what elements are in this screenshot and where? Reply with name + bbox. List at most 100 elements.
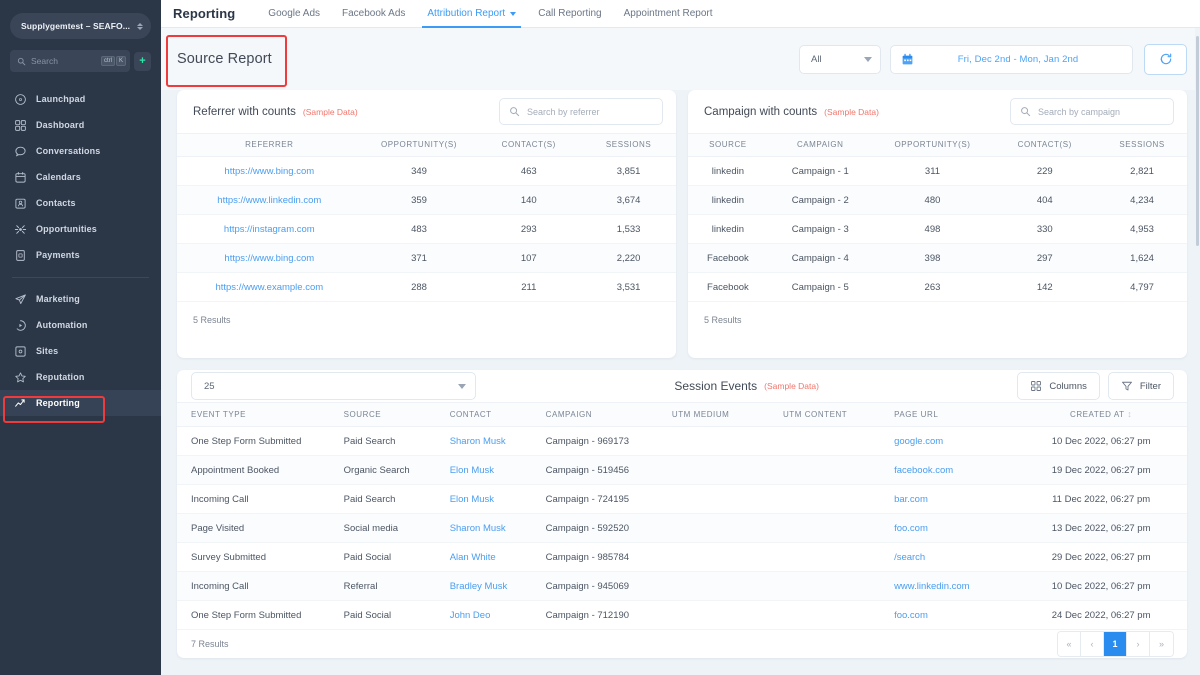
column-header-opportunities[interactable]: OPPORTUNITY(S) — [361, 133, 477, 157]
table-row: https://www.bing.com 371 107 2,220 — [177, 243, 676, 273]
column-header-opportunities[interactable]: OPPORTUNITY(S) — [872, 133, 993, 157]
sort-indicator-icon[interactable]: ↕ — [1127, 410, 1132, 419]
page-scrollbar[interactable] — [1195, 28, 1200, 675]
pagination-prev[interactable]: ‹ — [1081, 632, 1104, 657]
referrer-search-input[interactable]: Search by referrer — [499, 98, 663, 125]
cell-utm-medium — [671, 426, 783, 457]
search-input[interactable]: Search ctrl K — [10, 50, 130, 72]
plus-icon: + — [139, 54, 146, 67]
column-header-campaign[interactable]: CAMPAIGN — [545, 402, 672, 428]
column-header-contacts[interactable]: CONTACT(S) — [992, 133, 1098, 157]
column-header-referrer[interactable]: REFERRER — [177, 133, 362, 157]
cell-source: linkedin — [688, 214, 768, 244]
page-url-link[interactable]: foo.com — [894, 610, 928, 621]
referrer-link[interactable]: https://www.linkedin.com — [217, 195, 321, 206]
cell-campaign: Campaign - 985784 — [545, 542, 672, 573]
page-url-link[interactable]: foo.com — [894, 523, 928, 534]
referrer-link[interactable]: https://www.bing.com — [224, 253, 314, 264]
page-url-link[interactable]: google.com — [894, 436, 943, 447]
columns-button[interactable]: Columns — [1017, 372, 1100, 401]
column-header-utm-content[interactable]: UTM CONTENT — [782, 402, 895, 428]
pagination-last[interactable]: » — [1150, 632, 1173, 657]
referrer-link[interactable]: https://www.example.com — [215, 282, 323, 293]
campaign-search-input[interactable]: Search by campaign — [1010, 98, 1174, 125]
sidebar-item-contacts[interactable]: Contacts — [0, 190, 161, 216]
date-range-picker[interactable]: Fri, Dec 2nd - Mon, Jan 2nd — [890, 44, 1133, 74]
sidebar-item-conversations[interactable]: Conversations — [0, 138, 161, 164]
column-header-source[interactable]: SOURCE — [688, 133, 768, 157]
sidebar-item-launchpad[interactable]: Launchpad — [0, 86, 161, 112]
cell-contacts: 293 — [476, 214, 582, 244]
scrollbar-thumb[interactable] — [1196, 36, 1199, 246]
cell-sessions: 1,533 — [581, 214, 676, 244]
card-header: Referrer with counts (Sample Data) Searc… — [177, 90, 676, 133]
columns-icon — [1031, 381, 1042, 391]
sidebar-item-reporting[interactable]: Reporting — [0, 390, 161, 416]
column-header-sessions[interactable]: SESSIONS — [1097, 133, 1187, 157]
referrer-link[interactable]: https://instagram.com — [224, 224, 315, 235]
contact-link[interactable]: Bradley Musk — [450, 581, 508, 592]
sidebar-item-label: Payments — [36, 250, 80, 260]
sidebar-item-opportunities[interactable]: Opportunities — [0, 216, 161, 242]
table-row: Incoming Call Referral Bradley Musk Camp… — [177, 571, 1187, 602]
cell-utm-content — [782, 513, 895, 544]
cell-event-type: One Step Form Submitted — [177, 600, 344, 631]
select-value: All — [811, 53, 822, 65]
sidebar-item-label: Contacts — [36, 198, 76, 208]
contact-link[interactable]: Sharon Musk — [450, 523, 506, 534]
pagination-next[interactable]: › — [1127, 632, 1150, 657]
column-header-sessions[interactable]: SESSIONS — [581, 133, 676, 157]
column-header-created-at[interactable]: CREATED AT ↕ — [1015, 402, 1187, 428]
column-header-utm-medium[interactable]: UTM MEDIUM — [671, 402, 783, 428]
column-header-event-type[interactable]: EVENT TYPE — [177, 402, 344, 428]
column-header-page-url[interactable]: PAGE URL — [894, 402, 1016, 428]
sidebar-item-reputation[interactable]: Reputation — [0, 364, 161, 390]
session-events-table: EVENT TYPE SOURCE CONTACT CAMPAIGN UTM M… — [177, 402, 1187, 631]
sidebar-item-sites[interactable]: Sites — [0, 338, 161, 364]
attribution-filter-select[interactable]: All — [799, 44, 881, 74]
sidebar-item-dashboard[interactable]: Dashboard — [0, 112, 161, 138]
sidebar-item-label: Marketing — [36, 294, 80, 304]
sidebar-item-automation[interactable]: Automation — [0, 312, 161, 338]
add-new-button[interactable]: + — [134, 51, 151, 71]
sidebar-item-payments[interactable]: Payments — [0, 242, 161, 268]
column-header-contacts[interactable]: CONTACT(S) — [476, 133, 582, 157]
pagination-first[interactable]: « — [1058, 632, 1081, 657]
grid-icon — [15, 119, 26, 131]
refresh-button[interactable] — [1144, 43, 1187, 75]
cell-sessions: 4,234 — [1097, 185, 1187, 215]
pagination-page-1[interactable]: 1 — [1104, 632, 1127, 657]
cell-event-type: Appointment Booked — [177, 455, 344, 486]
contact-link[interactable]: Elon Musk — [450, 465, 494, 476]
page-url-link[interactable]: /search — [894, 552, 925, 563]
cell-campaign: Campaign - 3 — [767, 214, 873, 244]
app-section-title: Reporting — [173, 6, 236, 21]
play-circle-icon — [16, 319, 26, 331]
page-url-link[interactable]: bar.com — [894, 494, 928, 505]
contact-link[interactable]: Alan White — [450, 552, 496, 563]
sidebar-item-marketing[interactable]: Marketing — [0, 286, 161, 312]
contact-link[interactable]: Sharon Musk — [450, 436, 506, 447]
column-header-campaign[interactable]: CAMPAIGN — [767, 133, 873, 157]
session-events-title-wrap: Session Events (Sample Data) — [476, 379, 1017, 393]
org-switcher[interactable]: Supplygemtest – SEAFO... — [10, 13, 151, 39]
contact-link[interactable]: John Deo — [450, 610, 491, 621]
column-header-contact[interactable]: CONTACT — [449, 402, 546, 428]
contact-link[interactable]: Elon Musk — [450, 494, 494, 505]
tab-label: Appointment Report — [623, 8, 713, 19]
cell-event-type: Page Visited — [177, 513, 344, 544]
column-header-source[interactable]: SOURCE — [343, 402, 450, 428]
tab-google-ads[interactable]: Google Ads — [257, 0, 331, 28]
cell-contacts: 107 — [476, 243, 582, 273]
page-url-link[interactable]: www.linkedin.com — [894, 581, 970, 592]
sidebar-item-calendars[interactable]: Calendars — [0, 164, 161, 190]
tab-attribution-report[interactable]: Attribution Report — [416, 0, 527, 28]
tab-call-reporting[interactable]: Call Reporting — [527, 0, 612, 28]
tab-facebook-ads[interactable]: Facebook Ads — [331, 0, 416, 28]
page-size-select[interactable]: 25 — [191, 372, 476, 401]
page-url-link[interactable]: facebook.com — [894, 465, 953, 476]
sidebar-nav-primary: Launchpad Dashboard Conversations Calend… — [0, 86, 161, 268]
filter-button[interactable]: Filter — [1107, 372, 1174, 401]
tab-appointment-report[interactable]: Appointment Report — [613, 0, 724, 28]
referrer-link[interactable]: https://www.bing.com — [224, 166, 314, 177]
